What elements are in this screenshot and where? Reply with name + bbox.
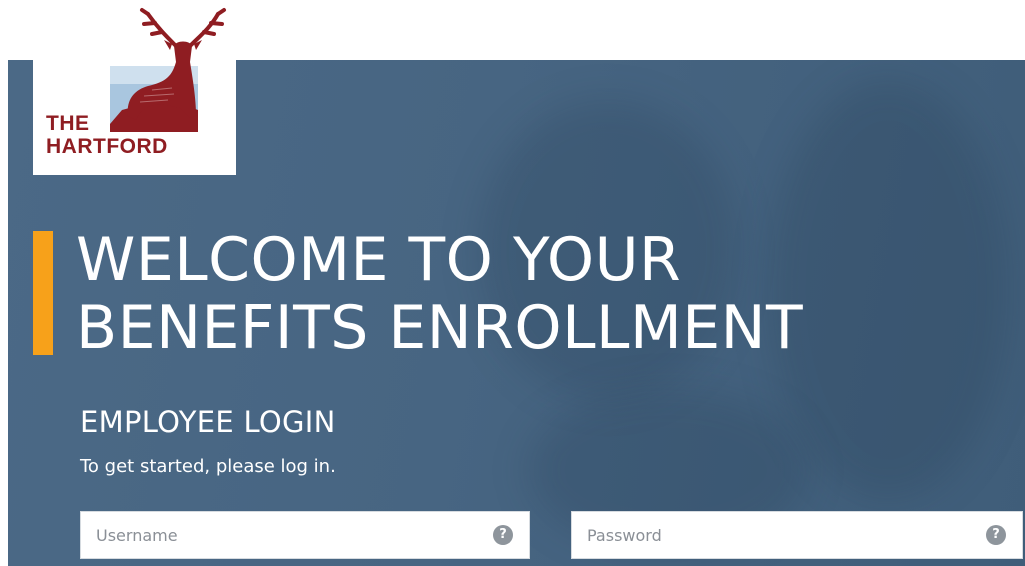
help-icon[interactable]: ? [986,525,1006,545]
username-input[interactable] [81,512,493,558]
background-shadow [768,80,1008,500]
logo-line-2: HARTFORD [46,135,168,158]
accent-bar [33,231,53,355]
password-field[interactable]: ? [571,511,1023,559]
title-line-1: WELCOME TO YOUR [76,225,682,295]
help-icon[interactable]: ? [493,525,513,545]
title-line-2: BENEFITS ENROLLMENT [76,293,804,363]
username-field[interactable]: ? [80,511,530,559]
logo-line-1: THE [46,112,90,135]
login-subtitle: To get started, please log in. [80,456,336,477]
logo-wordmark: THE HARTFORD [46,112,168,158]
page-title: WELCOME TO YOUR BENEFITS ENROLLMENT [76,226,803,362]
login-heading: EMPLOYEE LOGIN [80,405,336,439]
password-input[interactable] [572,512,986,558]
